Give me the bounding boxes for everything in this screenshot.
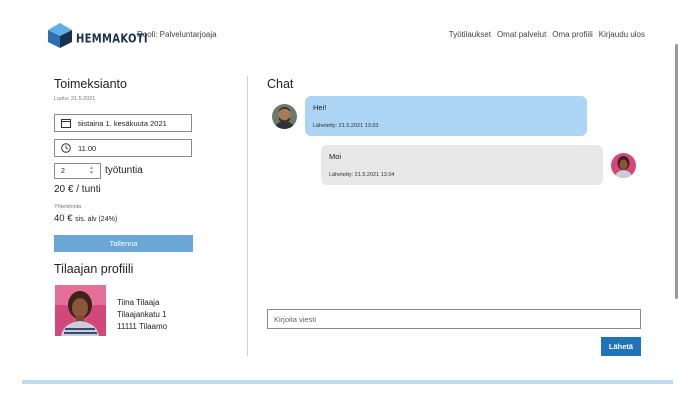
total-label: Yhteishinta xyxy=(54,204,82,210)
customer-profile-title: Tilaajan profiili xyxy=(54,262,134,276)
role-label: Rooli: Palveluntarjoaja xyxy=(137,30,217,39)
nav-own-profile[interactable]: Oma profiili xyxy=(552,30,592,39)
nav-work-orders[interactable]: Työtilaukset xyxy=(449,30,491,39)
save-button[interactable]: Tallenna xyxy=(54,235,193,252)
customer-name: Tiina Tilaaja xyxy=(117,298,160,307)
time-field[interactable]: 11.00 xyxy=(54,139,192,157)
chat-message-outgoing: Moi Lähetetty: 21.5.2021 13.04 xyxy=(321,145,603,185)
hemmakoti-logo-icon[interactable] xyxy=(47,22,73,48)
time-value: 11.00 xyxy=(78,143,97,153)
hours-label: työtuntia xyxy=(105,165,143,176)
nav-logout[interactable]: Kirjaudu ulos xyxy=(599,30,645,39)
calendar-icon xyxy=(61,119,71,128)
hours-stepper[interactable]: 2 ▲ ▼ xyxy=(54,163,101,179)
total-value: 40 € xyxy=(54,213,73,224)
message-timestamp: Lähetetty: 21.5.2021 13.04 xyxy=(329,172,395,178)
clock-icon xyxy=(61,143,71,153)
customer-city: 11111 Tilaamo xyxy=(117,322,168,331)
sender-avatar xyxy=(272,104,297,129)
chat-message-incoming: Hei! Lähetetty: 21.5.2021 13.03 xyxy=(305,96,587,136)
own-avatar xyxy=(611,153,636,178)
total-price: 40 € sis. alv (24%) xyxy=(54,213,117,224)
send-button[interactable]: Lähetä xyxy=(601,337,641,356)
footer-bar xyxy=(22,380,673,384)
date-field[interactable]: tiistaina 1. kesäkuuta 2021 xyxy=(54,114,192,132)
customer-avatar xyxy=(55,285,106,336)
assignment-title: Toimeksianto xyxy=(54,77,127,91)
hours-value: 2 xyxy=(61,167,65,175)
column-divider xyxy=(247,76,248,356)
nav-own-services[interactable]: Omat palvelut xyxy=(497,30,546,39)
created-date: Luotu: 21.5.2021 xyxy=(54,96,96,102)
message-input[interactable]: Kirjoita viesti xyxy=(267,309,641,329)
message-text: Hei! xyxy=(313,103,327,112)
hourly-rate: 20 € / tunti xyxy=(54,184,101,195)
top-navigation: Työtilaukset Omat palvelut Oma profiili … xyxy=(449,30,645,39)
customer-address: Tiina Tilaaja Tilaajankatu 1 11111 Tilaa… xyxy=(117,297,167,333)
scrollbar[interactable] xyxy=(675,44,678,299)
chat-title: Chat xyxy=(267,77,294,91)
message-timestamp: Lähetetty: 21.5.2021 13.03 xyxy=(313,123,379,129)
stepper-arrows-icon[interactable]: ▲ ▼ xyxy=(89,166,94,176)
total-vat: sis. alv (24%) xyxy=(75,216,118,223)
message-text: Moi xyxy=(329,152,342,161)
date-value: tiistaina 1. kesäkuuta 2021 xyxy=(78,118,167,128)
customer-street: Tilaajankatu 1 xyxy=(117,310,167,319)
